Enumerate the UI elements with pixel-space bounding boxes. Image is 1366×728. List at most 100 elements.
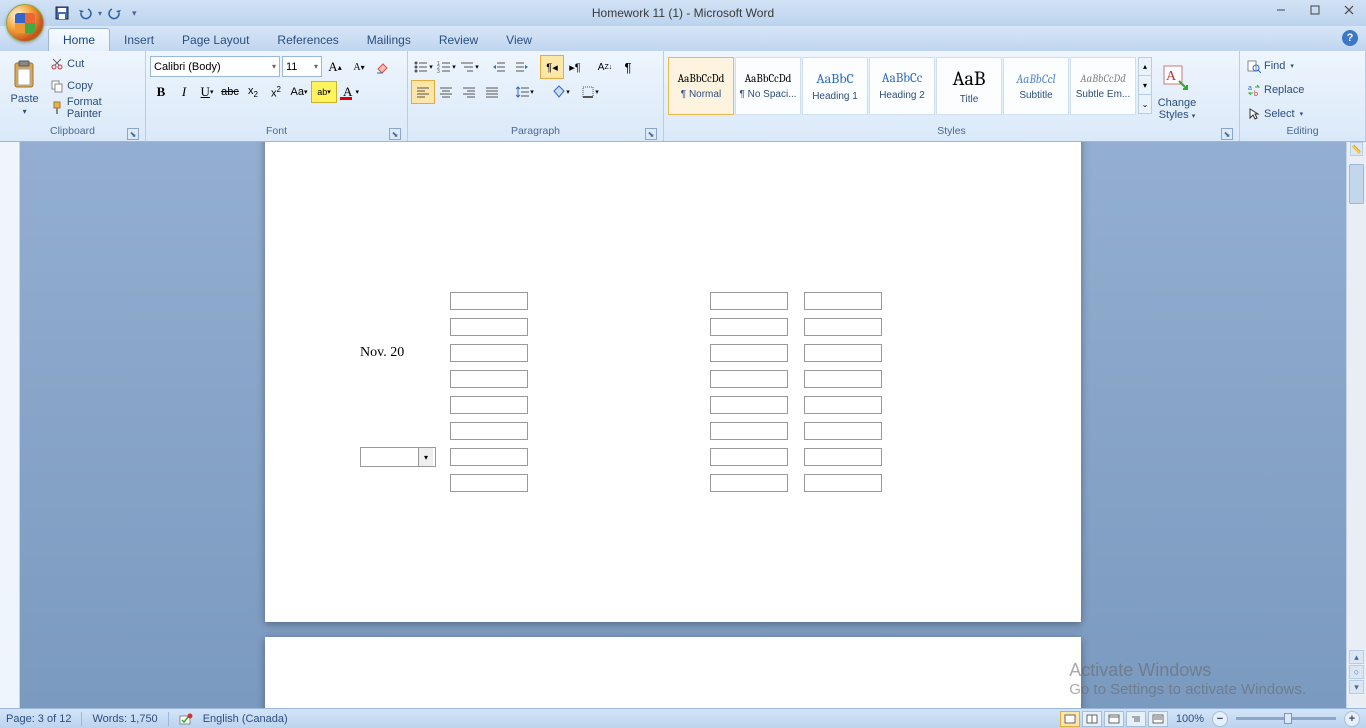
shrink-font-button[interactable]: A▾ (348, 56, 370, 78)
maximize-button[interactable] (1298, 0, 1332, 20)
word-count[interactable]: Words: 1,750 (92, 713, 157, 725)
clear-format-button[interactable] (372, 56, 394, 78)
date-dropdown[interactable]: ▾ (360, 447, 436, 467)
close-button[interactable] (1332, 0, 1366, 20)
rtl-button[interactable]: ▸¶ (564, 56, 586, 78)
ltr-button[interactable]: ¶◂ (541, 56, 563, 78)
bold-button[interactable]: B (150, 81, 172, 103)
scroll-thumb[interactable] (1349, 164, 1364, 204)
undo-icon[interactable] (75, 3, 95, 23)
strike-button[interactable]: abc (219, 81, 241, 103)
zoom-level[interactable]: 100% (1176, 713, 1204, 725)
styles-more[interactable]: ⌄ (1138, 95, 1152, 114)
credit-input[interactable] (804, 344, 882, 362)
paste-button[interactable]: Paste▾ (4, 53, 45, 121)
paragraph-launcher[interactable]: ⬊ (645, 128, 657, 140)
sort-button[interactable]: AZ↓ (594, 56, 616, 78)
ruler-toggle[interactable]: 📏 (1350, 142, 1363, 156)
font-color-button[interactable]: A▾ (338, 81, 364, 103)
amount-input[interactable] (450, 396, 528, 414)
select-button[interactable]: Select ▾ (1244, 103, 1306, 125)
subscript-button[interactable]: x2 (242, 81, 264, 103)
borders-button[interactable]: ▾ (576, 81, 604, 103)
credit-input[interactable] (804, 448, 882, 466)
language-indicator[interactable]: English (Canada) (203, 713, 288, 725)
font-size-combo[interactable]: 11▾ (282, 56, 322, 77)
debit-input[interactable] (710, 448, 788, 466)
line-spacing-button[interactable]: ▾ (511, 81, 539, 103)
save-icon[interactable] (52, 3, 72, 23)
amount-input[interactable] (450, 370, 528, 388)
italic-button[interactable]: I (173, 81, 195, 103)
credit-input[interactable] (804, 396, 882, 414)
underline-button[interactable]: U▾ (196, 81, 218, 103)
amount-input[interactable] (450, 474, 528, 492)
font-name-combo[interactable]: Calibri (Body)▾ (150, 56, 280, 77)
tab-view[interactable]: View (492, 29, 546, 51)
page-indicator[interactable]: Page: 3 of 12 (6, 713, 71, 725)
align-right-button[interactable] (458, 81, 480, 103)
credit-input[interactable] (804, 292, 882, 310)
vertical-scrollbar[interactable]: 📏 ▴ ○ ▾ (1346, 142, 1366, 708)
zoom-slider[interactable] (1236, 717, 1336, 720)
prev-page-button[interactable]: ▴ (1349, 650, 1364, 664)
style-title[interactable]: AaBTitle (936, 57, 1002, 115)
proofing-icon[interactable] (179, 712, 193, 726)
debit-input[interactable] (710, 422, 788, 440)
replace-button[interactable]: abReplace (1244, 79, 1307, 101)
print-layout-view[interactable] (1060, 711, 1080, 727)
find-button[interactable]: Find ▾ (1244, 55, 1297, 77)
justify-button[interactable] (481, 81, 503, 103)
font-launcher[interactable]: ⬊ (389, 128, 401, 140)
help-icon[interactable]: ? (1342, 30, 1358, 46)
minimize-button[interactable] (1264, 0, 1298, 20)
style---no-spaci---[interactable]: AaBbCcDd¶ No Spaci... (735, 57, 801, 115)
amount-input[interactable] (450, 292, 528, 310)
copy-button[interactable]: Copy (47, 75, 141, 97)
numbering-button[interactable]: 123▾ (435, 56, 457, 78)
style---normal[interactable]: AaBbCcDd¶ Normal (668, 57, 734, 115)
debit-input[interactable] (710, 474, 788, 492)
highlight-button[interactable]: ab▾ (311, 81, 337, 103)
zoom-in-button[interactable]: + (1344, 711, 1360, 727)
styles-up[interactable]: ▴ (1138, 57, 1152, 76)
change-styles-button[interactable]: A Change Styles ▾ (1153, 57, 1201, 125)
next-page-button[interactable]: ▾ (1349, 680, 1364, 694)
show-marks-button[interactable]: ¶ (617, 56, 639, 78)
outline-view[interactable] (1126, 711, 1146, 727)
amount-input[interactable] (450, 344, 528, 362)
tab-references[interactable]: References (263, 29, 352, 51)
tab-insert[interactable]: Insert (110, 29, 168, 51)
debit-input[interactable] (710, 396, 788, 414)
zoom-out-button[interactable]: − (1212, 711, 1228, 727)
clipboard-launcher[interactable]: ⬊ (127, 128, 139, 140)
document-area[interactable]: Nov. 20 ▾ Closing entries: Date Account … (0, 142, 1346, 708)
credit-input[interactable] (804, 474, 882, 492)
credit-input[interactable] (804, 318, 882, 336)
grow-font-button[interactable]: A▴ (324, 56, 346, 78)
amount-input[interactable] (450, 422, 528, 440)
style-subtitle[interactable]: AaBbCclSubtitle (1003, 57, 1069, 115)
debit-input[interactable] (710, 318, 788, 336)
bullets-button[interactable]: ▾ (412, 56, 434, 78)
superscript-button[interactable]: x2 (265, 81, 287, 103)
office-button[interactable] (6, 4, 44, 42)
cut-button[interactable]: Cut (47, 53, 141, 75)
credit-input[interactable] (804, 370, 882, 388)
tab-home[interactable]: Home (48, 28, 110, 51)
increase-indent-button[interactable] (511, 56, 533, 78)
draft-view[interactable] (1148, 711, 1168, 727)
style-heading-1[interactable]: AaBbCHeading 1 (802, 57, 868, 115)
tab-page-layout[interactable]: Page Layout (168, 29, 263, 51)
debit-input[interactable] (710, 292, 788, 310)
debit-input[interactable] (710, 344, 788, 362)
styles-down[interactable]: ▾ (1138, 76, 1152, 95)
amount-input[interactable] (450, 318, 528, 336)
style-subtle-em---[interactable]: AaBbCcDdSubtle Em... (1070, 57, 1136, 115)
full-screen-view[interactable] (1082, 711, 1102, 727)
decrease-indent-button[interactable] (488, 56, 510, 78)
format-painter-button[interactable]: Format Painter (47, 97, 141, 119)
align-left-button[interactable] (412, 81, 434, 103)
styles-launcher[interactable]: ⬊ (1221, 128, 1233, 140)
credit-input[interactable] (804, 422, 882, 440)
